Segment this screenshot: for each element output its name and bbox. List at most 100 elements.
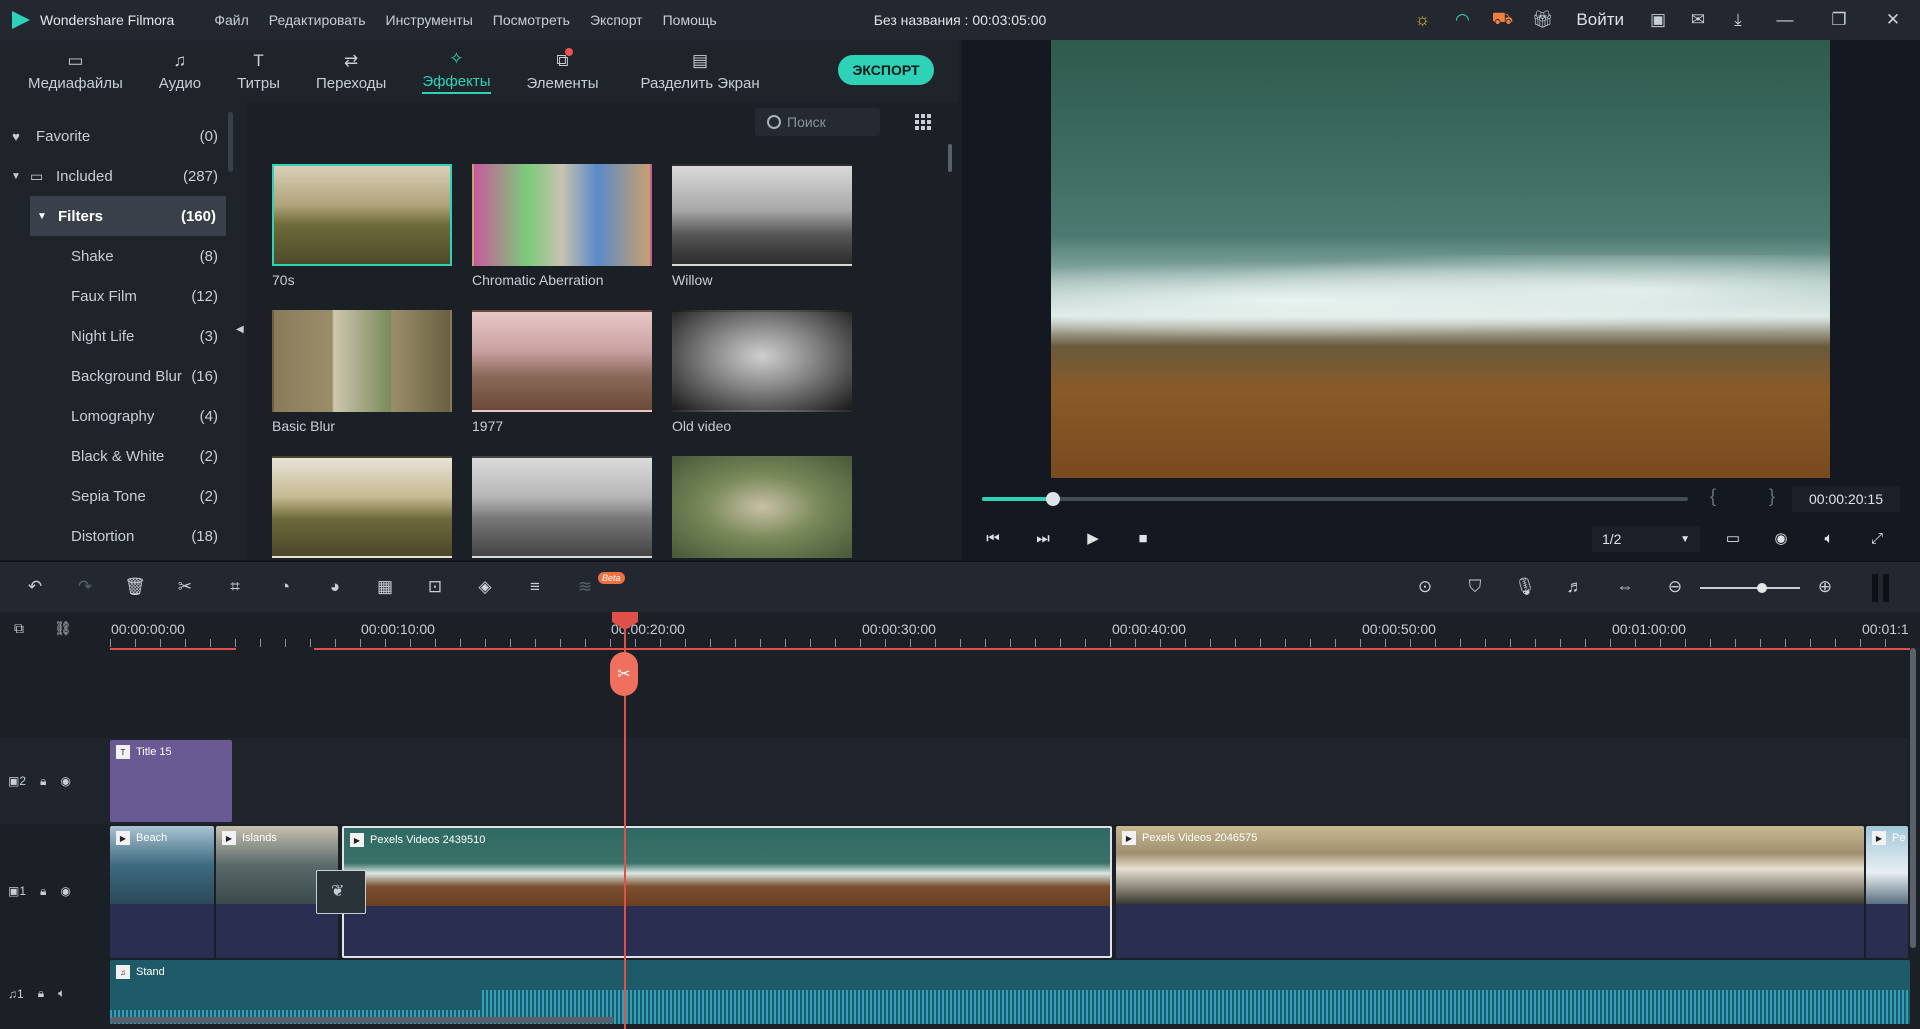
category-faux-film[interactable]: Faux Film (12) [0,276,246,316]
lock-icon[interactable]: 🔒︎ [40,774,46,789]
fullscreen-icon[interactable]: ⤢ [1868,530,1886,548]
render-icon[interactable]: ⊙ [1414,576,1436,598]
category-background-blur[interactable]: Background Blur (16) [0,356,246,396]
zoom-slider[interactable] [1700,587,1800,589]
audio-mixer-icon[interactable]: ♬ [1564,576,1586,598]
keyframe-icon[interactable]: ◈ [474,576,496,598]
effect-70s[interactable]: 70s [272,164,452,288]
redo-icon[interactable]: ↷ [74,576,96,598]
menu-file[interactable]: Файл [214,12,248,28]
timeline-ruler[interactable]: 00:00:00:00 00:00:10:00 00:00:20:00 00:0… [110,612,1910,648]
grid-view-icon[interactable] [915,114,931,130]
category-sepia-tone[interactable]: Sepia Tone (2) [0,476,246,516]
gallery-scrollbar[interactable] [948,144,952,172]
video-preview[interactable] [1051,40,1830,478]
save-icon[interactable]: ▣ [1638,0,1678,40]
menu-view[interactable]: Посмотреть [493,12,570,28]
bulb-icon[interactable]: ☼ [1402,0,1442,40]
cut-icon[interactable]: ✂ [174,576,196,598]
collapse-left-icon[interactable]: ◀ [236,324,244,335]
green-screen-icon[interactable]: ▦ [374,576,396,598]
stabilize-icon[interactable]: ⊡ [424,576,446,598]
in-out-markers[interactable]: { } [1710,486,1799,507]
tab-split-screen[interactable]: ▤ Разделить Экран [616,40,777,102]
volume-icon[interactable]: 🔈︎ [1820,530,1838,548]
download-icon[interactable]: ⤓ [1718,0,1758,40]
tab-media[interactable]: ▭ Медиафайлы [0,40,141,102]
video-clip-main[interactable]: ▶ Pexels Videos 2439510 [342,826,1112,958]
preview-progress-bar[interactable] [982,492,1688,506]
lock-icon[interactable]: 🔒︎ [38,986,44,1001]
add-track-icon[interactable]: ⧉ [14,620,24,637]
search-input[interactable]: Поиск [755,108,880,136]
zoom-out-icon[interactable]: ⊖ [1664,576,1686,598]
close-icon[interactable]: ✕ [1866,0,1920,40]
video-clip-second[interactable]: ▶ Pexels Videos 2046575 [1116,826,1864,958]
tab-transitions[interactable]: ⇄ Переходы [298,40,404,102]
eye-icon[interactable]: ◉ [60,774,70,788]
effect-basic-blur[interactable]: Basic Blur [272,310,452,434]
audio-waveform-icon[interactable]: ≋ [574,576,596,598]
export-button[interactable]: ЭКСПОРТ [838,55,934,85]
volume-icon[interactable]: 🔈︎ [58,986,65,1001]
transition-marker[interactable]: ❦ [316,870,366,914]
display-icon[interactable]: ▭ [1724,530,1742,548]
effect-item[interactable] [672,456,852,558]
preview-quality-select[interactable]: 1/2 ▼ [1592,526,1700,552]
split-scissors-icon[interactable]: ✂ [610,652,638,696]
crop-icon[interactable]: ⌗ [224,576,246,598]
menu-edit[interactable]: Редактировать [269,12,366,28]
play-icon[interactable]: ▶ [1084,530,1102,548]
previous-frame-icon[interactable]: ⏮ [984,530,1002,548]
delete-icon[interactable]: 🗑︎ [124,576,146,598]
tab-audio[interactable]: ♫ Аудио [141,40,219,102]
timeline-horizontal-scrollbar[interactable] [110,1017,614,1023]
effect-old-video[interactable]: Old video [672,310,852,434]
tab-elements[interactable]: ⧉ Элементы [509,40,617,102]
audio-clip-stand[interactable]: ♫ Stand [110,960,1910,1024]
zoom-in-icon[interactable]: ⊕ [1814,576,1836,598]
speed-icon[interactable]: ◔ [274,576,296,598]
link-icon[interactable]: ⛓ [54,620,72,637]
menu-help[interactable]: Помощь [663,12,717,28]
color-icon[interactable]: ◕ [324,576,346,598]
maximize-icon[interactable]: ❐ [1812,0,1866,40]
category-distortion[interactable]: Distortion (18) [0,516,246,556]
lock-icon[interactable]: 🔒︎ [40,884,46,899]
category-favorite[interactable]: ♥ Favorite (0) [0,116,246,156]
category-shake[interactable]: Shake (8) [0,236,246,276]
stop-icon[interactable]: ■ [1134,530,1152,548]
next-frame-icon[interactable]: ⏭ [1034,530,1052,548]
eye-icon[interactable]: ◉ [60,884,70,898]
effect-1977[interactable]: 1977 [472,310,652,434]
snapshot-icon[interactable]: ◉ [1772,530,1790,548]
mail-icon[interactable]: ✉ [1678,0,1718,40]
marker-icon[interactable]: ⛉ [1464,576,1486,598]
category-filters[interactable]: ▼ Filters (160) [30,196,226,236]
effect-willow[interactable]: Willow [672,164,852,288]
title-clip[interactable]: T Title 15 [110,740,232,822]
tab-effects[interactable]: ✧ Эффекты [404,40,508,102]
pause-icon[interactable] [1872,574,1890,602]
effect-chromatic-aberration[interactable]: Chromatic Aberration [472,164,652,288]
adjust-icon[interactable]: ≡ [524,576,546,598]
undo-icon[interactable]: ↶ [24,576,46,598]
effect-item[interactable] [272,456,452,558]
category-night-life[interactable]: Night Life (3) [0,316,246,356]
login-button[interactable]: Войти [1562,10,1638,30]
gift-icon[interactable]: 🎁︎ [1522,0,1562,40]
category-lomography[interactable]: Lomography (4) [0,396,246,436]
cart-icon[interactable]: ⛟ [1482,0,1522,40]
tab-titles[interactable]: T Титры [219,40,298,102]
zoom-slider-handle[interactable] [1757,583,1767,593]
video-clip-third[interactable]: ▶ Pe [1866,826,1908,958]
menu-export[interactable]: Экспорт [590,12,643,28]
fit-icon[interactable]: ⇔ [1614,576,1636,598]
microphone-icon[interactable]: 🎙︎ [1514,576,1536,598]
minimize-icon[interactable]: — [1758,0,1812,40]
effect-item[interactable] [472,456,652,558]
timeline-vertical-scrollbar[interactable] [1910,648,1916,948]
sidebar-scrollbar[interactable] [228,112,233,172]
headset-icon[interactable]: ◠ [1442,0,1482,40]
menu-tools[interactable]: Инструменты [386,12,473,28]
